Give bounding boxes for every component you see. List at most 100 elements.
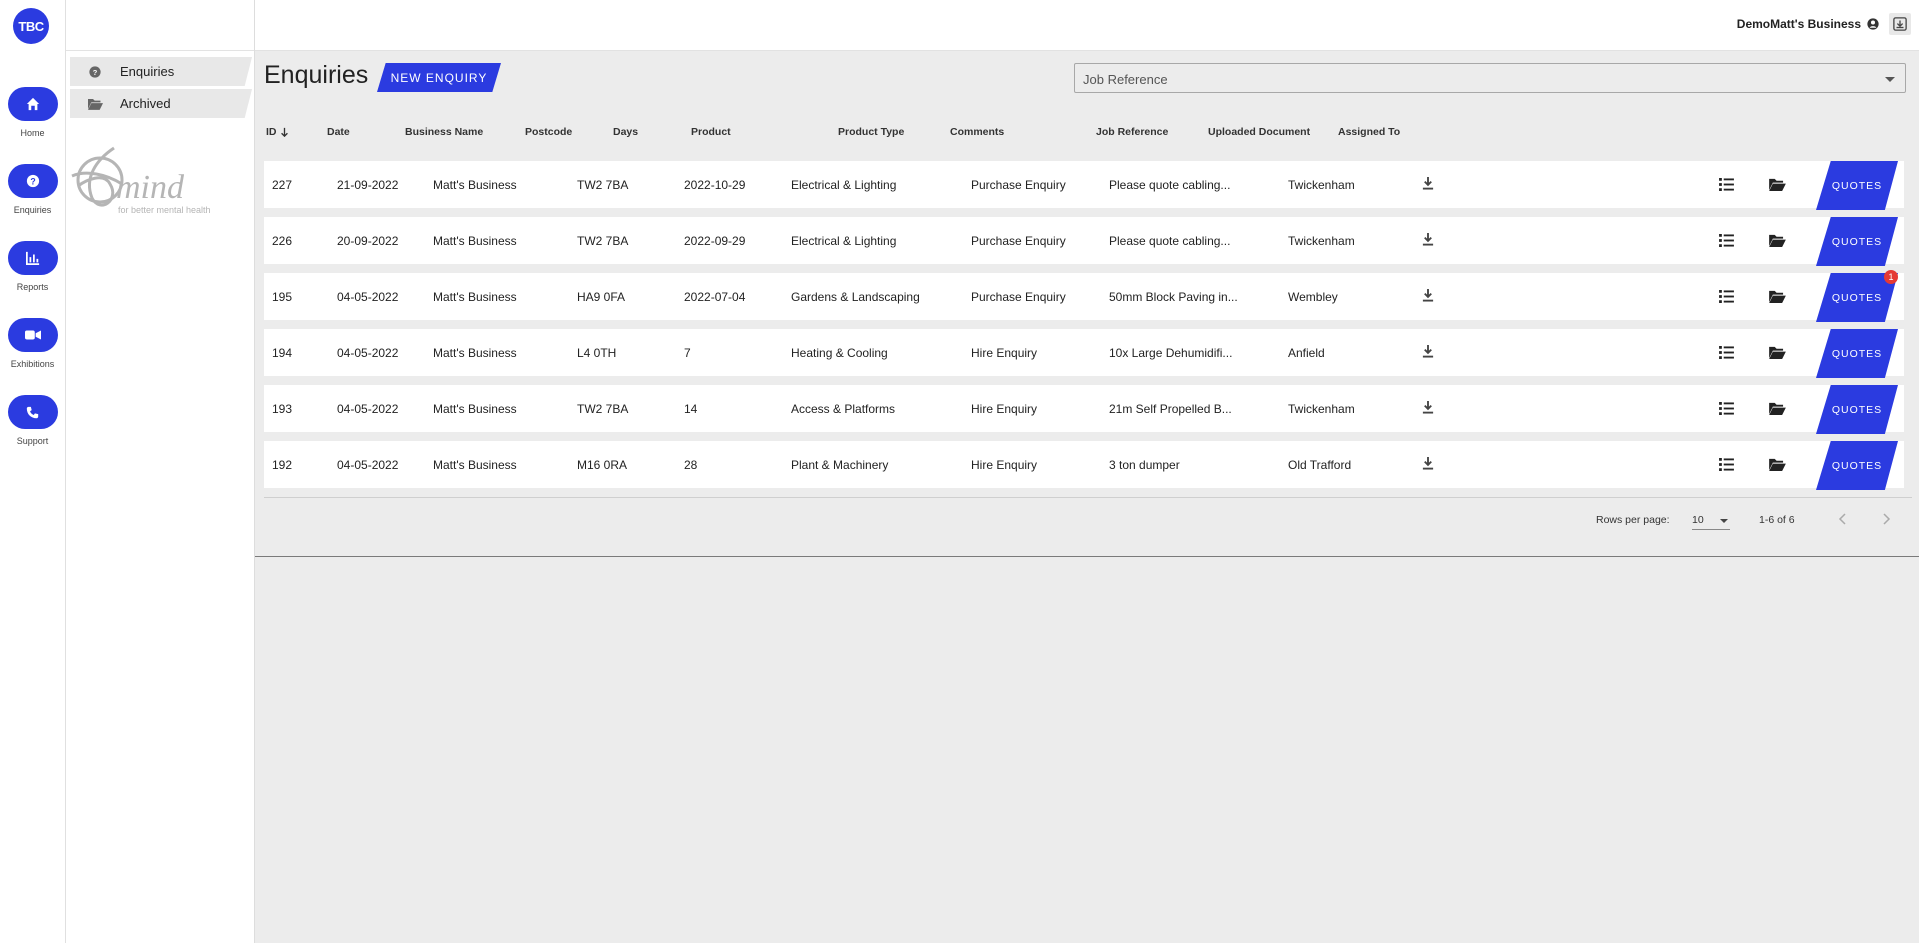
cell-type: Hire Enquiry (971, 458, 1038, 472)
table-row[interactable]: 227 21-09-2022 Matt's Business TW2 7BA 2022-… (264, 161, 1904, 210)
svg-text:?: ? (93, 68, 98, 77)
column-header-postcode[interactable]: Postcode (525, 126, 572, 138)
download-icon (1422, 457, 1434, 470)
details-button[interactable] (1719, 402, 1734, 418)
rail-label-home: Home (20, 128, 45, 138)
archive-folder-button[interactable] (1769, 402, 1786, 418)
cell-business: Matt's Business (433, 458, 517, 472)
cell-date: 04-05-2022 (337, 458, 399, 472)
exhibitions-button[interactable] (7, 318, 58, 352)
details-button[interactable] (1719, 346, 1734, 362)
cell-days: 2022-07-04 (684, 290, 746, 304)
app-logo[interactable]: TBC (13, 8, 49, 44)
table-row[interactable]: 193 04-05-2022 Matt's Business TW2 7BA 14 Acc… (264, 385, 1904, 434)
cell-date: 04-05-2022 (337, 290, 399, 304)
details-button[interactable] (1719, 178, 1734, 194)
download-document-button[interactable] (1422, 289, 1434, 305)
rail-item-support[interactable]: Support (0, 395, 65, 446)
download-document-button[interactable] (1422, 401, 1434, 417)
job-reference-select[interactable]: Job Reference (1074, 63, 1906, 93)
table-footer-divider (264, 497, 1912, 498)
cell-type: Purchase Enquiry (971, 234, 1066, 248)
rail-item-exhibitions[interactable]: Exhibitions (0, 318, 65, 369)
folder-open-icon (1769, 458, 1786, 471)
details-button[interactable] (1719, 290, 1734, 306)
column-header-uploaded-document[interactable]: Uploaded Document (1208, 126, 1310, 138)
column-header-date[interactable]: Date (327, 126, 350, 138)
next-page-button[interactable] (1881, 512, 1891, 530)
rail-item-home[interactable]: Home (0, 87, 65, 138)
quotes-button[interactable]: QUOTES (1816, 329, 1898, 378)
table-row[interactable]: 192 04-05-2022 Matt's Business M16 0RA 28 Pla… (264, 441, 1904, 490)
column-header-product-type[interactable]: Product Type (838, 126, 904, 138)
table-row[interactable]: 226 20-09-2022 Matt's Business TW2 7BA 2022-… (264, 217, 1904, 266)
download-document-button[interactable] (1422, 457, 1434, 473)
column-header-business-name[interactable]: Business Name (405, 126, 483, 138)
chevron-down-icon (1885, 77, 1895, 82)
archive-folder-button[interactable] (1769, 178, 1786, 194)
quotes-button[interactable]: QUOTES (1816, 441, 1898, 490)
reports-button[interactable] (7, 241, 58, 275)
cell-days: 2022-09-29 (684, 234, 746, 248)
cell-comments: 21m Self Propelled B... (1109, 402, 1232, 416)
download-document-button[interactable] (1422, 345, 1434, 361)
cell-comments: 10x Large Dehumidifi... (1109, 346, 1233, 360)
column-header-comments[interactable]: Comments (950, 126, 1004, 138)
cell-type: Purchase Enquiry (971, 178, 1066, 192)
quotes-button[interactable]: QUOTES (1816, 385, 1898, 434)
cell-postcode: TW2 7BA (577, 402, 629, 416)
download-icon (1422, 233, 1434, 246)
chevron-down-icon (1720, 519, 1728, 523)
quotes-button[interactable]: QUOTES (1816, 161, 1898, 210)
list-icon (1719, 178, 1734, 191)
cell-business: Matt's Business (433, 234, 517, 248)
table-row[interactable]: 194 04-05-2022 Matt's Business L4 0TH 7 Heati… (264, 329, 1904, 378)
support-button[interactable] (7, 395, 58, 429)
new-enquiry-button[interactable]: NEW ENQUIRY (377, 63, 501, 92)
previous-page-button[interactable] (1838, 512, 1848, 530)
archive-folder-button[interactable] (1769, 234, 1786, 250)
column-header-id[interactable]: ID (266, 126, 289, 138)
subnav-label-archived: Archived (120, 96, 171, 111)
subnav-label-enquiries: Enquiries (120, 64, 175, 79)
column-header-days[interactable]: Days (613, 126, 638, 138)
column-header-product[interactable]: Product (691, 126, 731, 138)
download-document-button[interactable] (1422, 177, 1434, 193)
cell-business: Matt's Business (433, 402, 517, 416)
notification-badge: 1 (1884, 270, 1898, 284)
cell-business: Matt's Business (433, 178, 517, 192)
quotes-button[interactable]: QUOTES (1816, 217, 1898, 266)
home-icon (26, 97, 39, 111)
home-button[interactable] (7, 87, 58, 121)
details-button[interactable] (1719, 234, 1734, 250)
rail-item-reports[interactable]: Reports (0, 241, 65, 292)
list-icon (1719, 234, 1734, 247)
subnav-item-enquiries[interactable]: ? Enquiries (70, 57, 252, 86)
logout-button[interactable] (1889, 13, 1911, 35)
enquiries-button[interactable]: ? (7, 164, 58, 198)
cell-comments: Please quote cabling... (1109, 234, 1231, 248)
cell-days: 14 (684, 402, 698, 416)
cell-jobref: Twickenham (1288, 178, 1355, 192)
download-icon (1422, 345, 1434, 358)
sort-arrow-down-icon[interactable] (280, 127, 289, 138)
subnav-item-archived[interactable]: Archived (70, 89, 252, 118)
column-header-job-reference[interactable]: Job Reference (1096, 126, 1168, 138)
archive-folder-button[interactable] (1769, 290, 1786, 306)
table-row[interactable]: 195 04-05-2022 Matt's Business HA9 0FA 2022-… (264, 270, 1904, 322)
rows-per-page-select[interactable]: 10 (1692, 514, 1730, 530)
details-button[interactable] (1719, 458, 1734, 474)
column-header-assigned-to[interactable]: Assigned To (1338, 126, 1400, 138)
archive-folder-button[interactable] (1769, 346, 1786, 362)
cell-type: Hire Enquiry (971, 402, 1038, 416)
chevron-left-icon (1838, 513, 1846, 525)
cell-jobref: Anfield (1288, 346, 1325, 360)
download-icon (1422, 177, 1434, 190)
archive-folder-button[interactable] (1769, 458, 1786, 474)
account-menu[interactable]: DemoMatt's Business (1737, 17, 1879, 31)
cell-comments: Please quote cabling... (1109, 178, 1231, 192)
folder-open-icon (1769, 234, 1786, 247)
content-divider (255, 556, 1919, 557)
download-document-button[interactable] (1422, 233, 1434, 249)
rail-item-enquiries[interactable]: ? Enquiries (0, 164, 65, 215)
